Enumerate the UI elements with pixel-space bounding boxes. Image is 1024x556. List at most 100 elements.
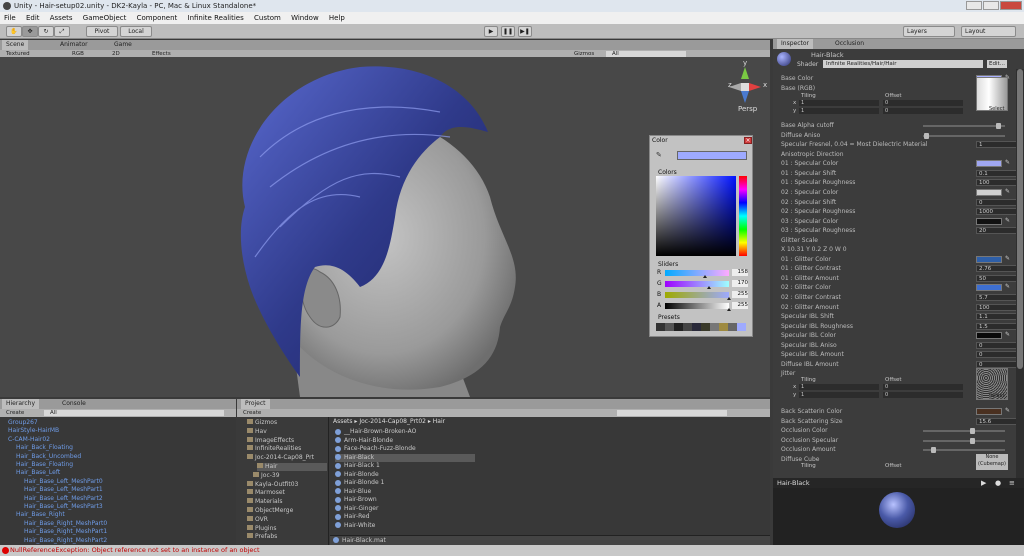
maximize-button[interactable] (983, 1, 999, 10)
property-slider[interactable] (923, 430, 1005, 433)
status-bar[interactable]: NullReferenceException: Object reference… (0, 545, 1024, 556)
hierarchy-item[interactable]: Hair_Base_Floating (16, 461, 73, 469)
folder-item[interactable]: Gizmos (247, 419, 277, 427)
folder-item[interactable]: Kayla-Outfit03 (247, 480, 298, 489)
asset-item[interactable]: Hair-White (335, 522, 375, 530)
eyedropper-icon[interactable]: ✎ (1005, 159, 1010, 166)
folder-item[interactable]: OVR (247, 515, 268, 524)
slider-handle[interactable] (727, 297, 731, 300)
tab-scene[interactable]: Scene (2, 40, 29, 50)
color-swatch[interactable] (976, 188, 1002, 196)
hue-slider[interactable] (739, 176, 747, 256)
shader-dropdown[interactable]: Infinite Realities/Hair/Hair (823, 60, 983, 68)
property-slider[interactable] (923, 125, 1005, 128)
inspector-scrollbar[interactable] (1016, 69, 1024, 481)
slider-channel-value[interactable]: 158 (732, 269, 748, 276)
preview-play-icon[interactable]: ▶ (981, 479, 986, 487)
menu-component[interactable]: Component (137, 14, 178, 22)
local-toggle[interactable]: Local (120, 26, 152, 37)
hierarchy-item[interactable]: Hair_Base_Right_MeshPart2 (24, 537, 107, 545)
slider-channel-value[interactable]: 255 (732, 291, 748, 298)
color-swatch[interactable] (976, 255, 1002, 263)
close-button[interactable] (1000, 1, 1022, 10)
scale-tool-button[interactable]: ⤢ (54, 26, 70, 37)
eyedropper-icon[interactable]: ✎ (656, 151, 662, 159)
presets-section-label[interactable]: Presets (658, 314, 680, 321)
slider-channel-bar[interactable] (665, 270, 729, 276)
asset-item[interactable]: Hair-Red (335, 513, 370, 521)
folder-item[interactable]: Marmoset (247, 489, 285, 497)
tiling-value-field[interactable]: 1 (799, 99, 879, 106)
tab-console[interactable]: Console (58, 399, 90, 409)
tiling-value-field[interactable]: 1 (799, 384, 879, 391)
tab-project[interactable]: Project (241, 399, 270, 409)
tab-occlusion[interactable]: Occlusion (831, 39, 868, 49)
hierarchy-item[interactable]: HairStyle-HairMB (8, 427, 59, 435)
tab-animator[interactable]: Animator (56, 40, 92, 50)
color-swatch[interactable] (976, 160, 1002, 168)
cubemap-slot[interactable]: None (Cubemap) (976, 453, 1008, 470)
folder-item[interactable]: ObjectMerge (247, 507, 293, 515)
preview-sphere-icon[interactable]: ● (995, 479, 1001, 487)
slider-channel-bar[interactable] (665, 281, 729, 287)
slider-handle[interactable] (706, 286, 711, 289)
asset-item[interactable]: Hair-Blonde (335, 471, 379, 479)
hierarchy-item[interactable]: Hair_Base_Right_MeshPart1 (24, 528, 107, 536)
preview-menu-icon[interactable]: ≡ (1009, 479, 1015, 487)
tiling-value-field[interactable]: 1 (799, 107, 879, 114)
menu-infinite-realities[interactable]: Infinite Realities (188, 14, 244, 22)
play-button[interactable]: ▶ (484, 26, 498, 37)
folder-item[interactable]: Hav (247, 427, 267, 436)
folder-item[interactable]: Materials (247, 498, 283, 506)
eyedropper-icon[interactable]: ✎ (1005, 407, 1010, 414)
tiling-value-field[interactable]: 0 (883, 107, 963, 114)
property-slider[interactable] (923, 134, 1005, 137)
color-swatch[interactable] (976, 407, 1002, 415)
minimize-button[interactable] (966, 1, 982, 10)
project-breadcrumb[interactable]: Assets ▸ Joc-2014-Cap08_Prt02 ▸ Hair (333, 418, 445, 425)
slider-thumb[interactable] (930, 447, 936, 454)
slider-thumb[interactable] (969, 428, 975, 435)
texture-select-button[interactable]: Select (989, 106, 1004, 112)
tiling-value-field[interactable]: 0 (883, 99, 963, 106)
slider-thumb[interactable] (923, 132, 929, 139)
slider-handle[interactable] (727, 308, 731, 311)
presets-row[interactable] (656, 323, 746, 331)
slider-channel-bar[interactable] (665, 292, 729, 298)
menu-custom[interactable]: Custom (254, 14, 281, 22)
slider-channel-value[interactable]: 255 (732, 302, 748, 309)
eyedropper-icon[interactable]: ✎ (1005, 331, 1010, 338)
hierarchy-item[interactable]: Hair_Base_Left_MeshPart2 (24, 495, 103, 503)
eyedropper-icon[interactable]: ✎ (1005, 283, 1010, 290)
tiling-value-field[interactable]: 1 (799, 392, 879, 399)
asset-item[interactable]: Hair-Black (335, 453, 475, 462)
folder-item[interactable]: ImageEffects (247, 436, 294, 445)
asset-item[interactable]: Hair-Blue (335, 488, 371, 496)
folder-item[interactable]: Prefabs (247, 533, 277, 541)
asset-item[interactable]: Arm-Hair-Blonde (335, 437, 393, 445)
step-button[interactable]: ▶❚ (518, 26, 532, 37)
slider-thumb[interactable] (995, 123, 1001, 130)
tab-game[interactable]: Game (110, 40, 136, 50)
tab-inspector[interactable]: Inspector (777, 39, 813, 49)
asset-item[interactable]: Hair-Blonde 1 (335, 479, 384, 487)
folder-item[interactable]: Joc-2014-Cap08_Prt (247, 454, 314, 462)
hierarchy-create-button[interactable]: Create (6, 409, 24, 417)
hierarchy-item[interactable]: Hair_Base_Right (16, 511, 65, 519)
pivot-toggle[interactable]: Pivot (86, 26, 118, 37)
color-swatch[interactable] (976, 332, 1002, 340)
colors-section-label[interactable]: Colors (658, 169, 677, 176)
property-slider[interactable] (923, 439, 1005, 442)
hierarchy-item[interactable]: Hair_Back_Uncombed (16, 453, 81, 461)
eyedropper-icon[interactable]: ✎ (1005, 188, 1010, 195)
project-create-button[interactable]: Create (243, 409, 261, 417)
hierarchy-item[interactable]: Hair_Base_Left_MeshPart0 (24, 478, 103, 486)
menu-file[interactable]: File (4, 14, 16, 22)
slider-thumb[interactable] (969, 437, 975, 444)
tab-hierarchy[interactable]: Hierarchy (2, 399, 40, 409)
asset-item[interactable]: Hair-Black 1 (335, 462, 380, 470)
asset-item[interactable]: Hair-Ginger (335, 505, 378, 513)
rotate-tool-button[interactable]: ↻ (38, 26, 54, 37)
tiling-value-field[interactable]: 0 (883, 392, 963, 399)
hierarchy-item[interactable]: Hair_Base_Left_MeshPart1 (24, 486, 103, 494)
